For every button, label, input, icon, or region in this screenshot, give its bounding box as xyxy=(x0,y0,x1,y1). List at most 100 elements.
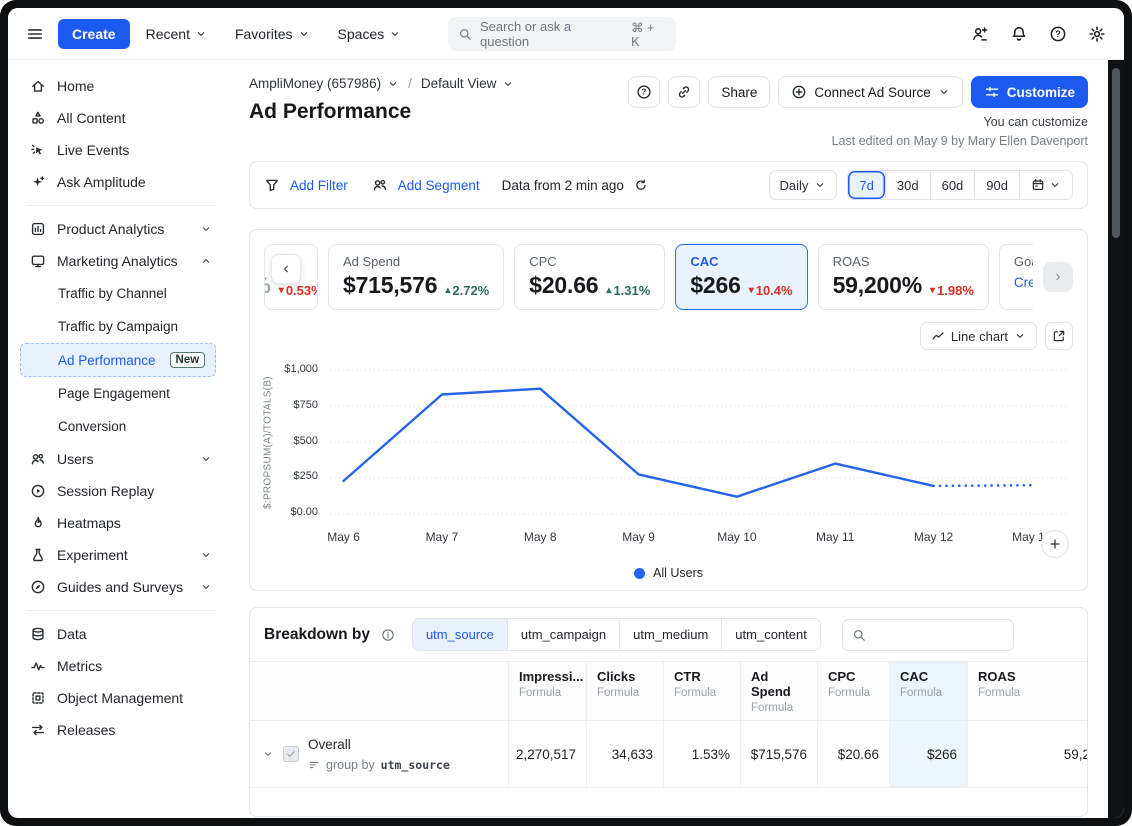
invite-user-icon[interactable] xyxy=(971,25,989,43)
column-header-ad-spend[interactable]: Ad SpendFormula xyxy=(740,662,817,720)
cell-roas[interactable]: 59,200% xyxy=(967,721,1088,787)
sidebar-item-all-content[interactable]: All Content xyxy=(20,102,222,134)
breadcrumb-project-selector[interactable]: AmpliMoney (657986) xyxy=(249,76,399,91)
column-formula-label: Formula xyxy=(597,687,653,699)
column-header-cpc[interactable]: CPCFormula xyxy=(817,662,889,720)
granularity-dropdown[interactable]: Daily xyxy=(769,170,838,200)
sidebar-item-ad-performance[interactable]: Ad PerformanceNew xyxy=(20,343,216,377)
global-search-input[interactable]: Search or ask a question ⌘ + K xyxy=(448,17,676,51)
column-header-roas[interactable]: ROASFormula xyxy=(967,662,1088,720)
metric-card-cpc[interactable]: CPC$20.66▴1.31% xyxy=(514,244,665,310)
add-segment-button[interactable]: Add Segment xyxy=(398,178,480,193)
metric-delta: ▾10.4% xyxy=(749,283,793,298)
x-tick-label: May 6 xyxy=(327,530,360,544)
x-tick-label: May 8 xyxy=(524,530,557,544)
sidebar-item-home[interactable]: Home xyxy=(20,70,222,102)
legend-label: All Users xyxy=(653,566,703,580)
sidebar-item-live-events[interactable]: Live Events xyxy=(20,134,222,166)
scrollbar-thumb[interactable] xyxy=(1112,68,1120,238)
sidebar-item-traffic-by-campaign[interactable]: Traffic by Campaign xyxy=(20,310,189,343)
cell-ad-spend[interactable]: $715,576 xyxy=(740,721,817,787)
metric-card-goal[interactable]: GoalCreate xyxy=(999,244,1033,310)
date-range-90d[interactable]: 90d xyxy=(974,171,1019,199)
metric-card-cac[interactable]: CAC$266▾10.4% xyxy=(675,244,807,310)
goal-create-link[interactable]: Create xyxy=(1014,275,1033,290)
sidebar-item-marketing-analytics[interactable]: Marketing Analytics xyxy=(20,245,222,277)
metrics-next-button[interactable] xyxy=(1043,262,1073,292)
column-header-ctr[interactable]: CTRFormula xyxy=(663,662,740,720)
menu-recent[interactable]: Recent xyxy=(146,26,207,42)
customize-button[interactable]: Customize xyxy=(971,76,1088,108)
sidebar-item-page-engagement[interactable]: Page Engagement xyxy=(20,377,181,410)
add-filter-button[interactable]: Add Filter xyxy=(290,178,348,193)
column-header-cac[interactable]: CACFormula xyxy=(889,662,967,720)
open-chart-button[interactable] xyxy=(1045,322,1073,350)
date-range-30d[interactable]: 30d xyxy=(885,171,930,199)
customize-label: Customize xyxy=(1007,85,1075,100)
sidebar-item-object-management[interactable]: Object Management xyxy=(20,682,222,714)
metrics-prev-button[interactable] xyxy=(271,254,301,284)
y-tick-label: $1,000 xyxy=(284,363,318,375)
help-icon[interactable]: ? xyxy=(1049,25,1067,43)
breadcrumb-view-selector[interactable]: Default View xyxy=(421,76,515,91)
search-shortcut: ⌘ + K xyxy=(631,20,666,49)
copy-link-button[interactable] xyxy=(668,76,700,108)
add-annotation-button[interactable] xyxy=(1041,530,1069,558)
menu-favorites[interactable]: Favorites xyxy=(235,26,310,42)
chart-type-dropdown[interactable]: Line chart xyxy=(920,322,1037,350)
sidebar-item-metrics[interactable]: Metrics xyxy=(20,650,222,682)
create-button[interactable]: Create xyxy=(58,19,130,49)
help-button[interactable]: ? xyxy=(628,76,660,108)
cell-cpc[interactable]: $20.66 xyxy=(817,721,889,787)
menu-spaces[interactable]: Spaces xyxy=(338,26,402,42)
home-icon xyxy=(30,78,46,94)
sidebar-item-heatmaps[interactable]: Heatmaps xyxy=(20,507,222,539)
breakdown-title: Breakdown by xyxy=(264,626,370,644)
breakdown-tab-utm-content[interactable]: utm_content xyxy=(721,618,821,651)
connect-ad-source-button[interactable]: Connect Ad Source xyxy=(778,76,962,108)
date-range-7d[interactable]: 7d xyxy=(848,171,884,199)
sidebar-item-releases[interactable]: Releases xyxy=(20,714,222,746)
cell-impressi[interactable]: 2,270,517 xyxy=(508,721,586,787)
metric-card-ad-spend[interactable]: Ad Spend$715,576▴2.72% xyxy=(328,244,504,310)
info-icon[interactable] xyxy=(381,628,395,642)
connect-ad-source-label: Connect Ad Source xyxy=(814,85,930,100)
cell-clicks[interactable]: 34,633 xyxy=(586,721,663,787)
users-icon xyxy=(30,451,46,467)
chevron-down-icon xyxy=(262,748,274,760)
sidebar-item-label: Live Events xyxy=(57,142,129,158)
sidebar-item-users[interactable]: Users xyxy=(20,443,222,475)
metric-cards-row: 7%▾0.53%Ad Spend$715,576▴2.72%CPC$20.66▴… xyxy=(264,244,1033,310)
date-range-calendar-button[interactable] xyxy=(1019,171,1072,199)
row-label-cell[interactable]: Overallgroup byutm_source xyxy=(250,721,508,787)
search-icon xyxy=(852,628,866,642)
settings-gear-icon[interactable] xyxy=(1088,25,1106,43)
sidebar-item-traffic-by-channel[interactable]: Traffic by Channel xyxy=(20,277,178,310)
breakdown-tab-utm-medium[interactable]: utm_medium xyxy=(619,618,722,651)
sidebar-item-data[interactable]: Data xyxy=(20,618,222,650)
date-range-60d[interactable]: 60d xyxy=(930,171,975,199)
cell-ctr[interactable]: 1.53% xyxy=(663,721,740,787)
sidebar-item-product-analytics[interactable]: Product Analytics xyxy=(20,213,222,245)
share-button[interactable]: Share xyxy=(708,76,770,108)
cell-cac[interactable]: $266 xyxy=(889,721,967,787)
column-header-clicks[interactable]: ClicksFormula xyxy=(586,662,663,720)
sidebar-item-ask-amplitude[interactable]: Ask Amplitude xyxy=(20,166,222,198)
sidebar-item-guides-and-surveys[interactable]: Guides and Surveys xyxy=(20,571,222,603)
notifications-bell-icon[interactable] xyxy=(1010,25,1028,43)
breakdown-search-input[interactable] xyxy=(873,625,1004,645)
refresh-icon[interactable] xyxy=(634,178,648,192)
column-header-impressi[interactable]: Impressi...Formula xyxy=(508,662,586,720)
sidebar-item-experiment[interactable]: Experiment xyxy=(20,539,222,571)
breakdown-tab-utm-source[interactable]: utm_source xyxy=(412,618,508,651)
hamburger-menu-icon[interactable] xyxy=(26,25,44,43)
metric-card-roas[interactable]: ROAS59,200%▾1.98% xyxy=(818,244,989,310)
column-formula-label: Formula xyxy=(900,687,957,699)
breakdown-tab-utm-campaign[interactable]: utm_campaign xyxy=(507,618,620,651)
menu-spaces-label: Spaces xyxy=(338,26,385,42)
breakdown-search[interactable] xyxy=(842,619,1014,651)
row-checkbox[interactable] xyxy=(283,746,299,762)
chart-plot-area[interactable] xyxy=(326,362,1069,524)
sidebar-item-conversion[interactable]: Conversion xyxy=(20,410,137,443)
sidebar-item-session-replay[interactable]: Session Replay xyxy=(20,475,222,507)
